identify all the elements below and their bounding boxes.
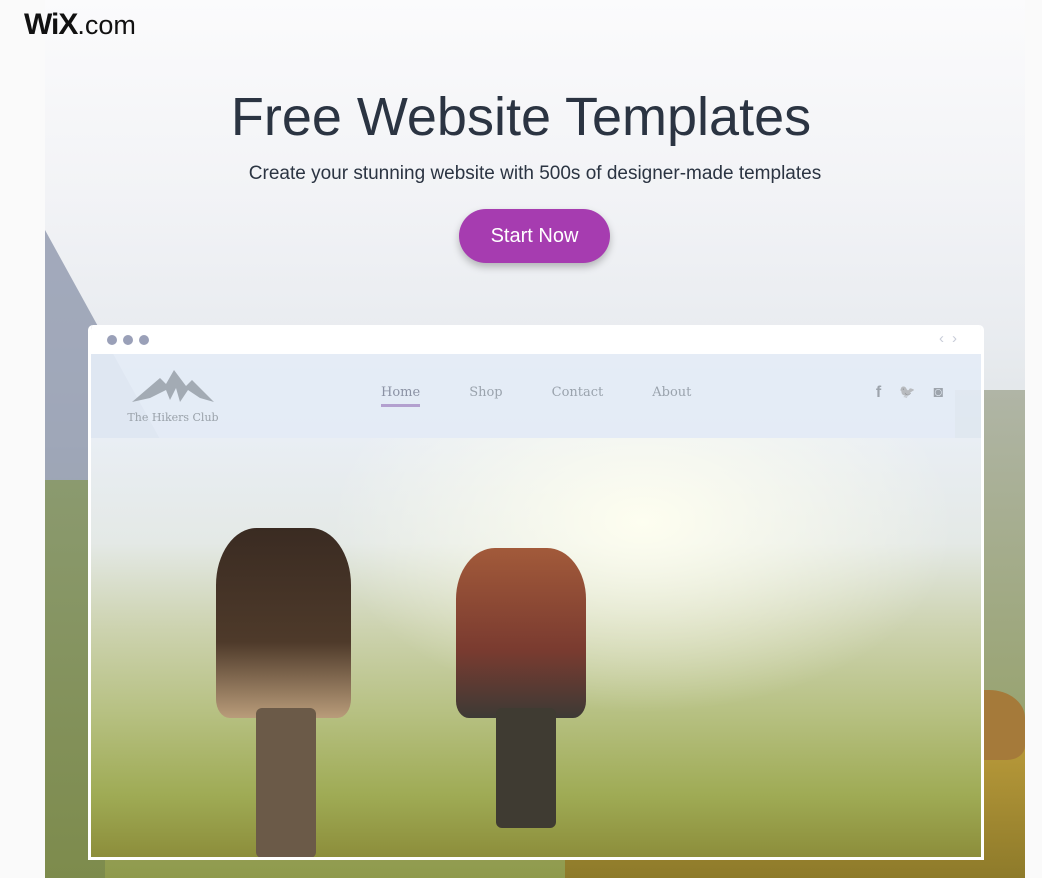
logo-suffix: .com bbox=[77, 10, 136, 40]
facebook-icon[interactable]: f bbox=[876, 384, 881, 402]
mountain-logo-icon bbox=[132, 370, 214, 402]
social-links: f 🐦 ◙ bbox=[876, 384, 943, 402]
hiker-right bbox=[456, 548, 586, 718]
prev-arrow-icon[interactable]: ‹ bbox=[939, 330, 952, 347]
page-subtitle: Create your stunning website with 500s o… bbox=[248, 163, 822, 184]
next-arrow-icon[interactable]: › bbox=[952, 330, 965, 347]
hiker-left bbox=[216, 528, 351, 718]
nav-home[interactable]: Home bbox=[381, 385, 421, 407]
twitter-icon[interactable]: 🐦 bbox=[899, 384, 915, 402]
window-dot-icon bbox=[123, 335, 133, 345]
window-dot-icon bbox=[139, 335, 149, 345]
template-preview-window: ‹› The Hikers Club Home Shop Contact Abo… bbox=[88, 325, 984, 860]
page-title: Free Website Templates bbox=[230, 87, 812, 147]
start-now-button[interactable]: Start Now bbox=[459, 209, 610, 263]
wix-logo[interactable]: WiX .com bbox=[24, 8, 136, 42]
nav-shop[interactable]: Shop bbox=[469, 385, 502, 407]
instagram-icon[interactable]: ◙ bbox=[933, 384, 943, 402]
nav-contact[interactable]: Contact bbox=[552, 385, 604, 407]
preview-site-header: The Hikers Club Home Shop Contact About … bbox=[91, 354, 981, 438]
hikers-photo bbox=[91, 438, 981, 857]
logo-main: WiX bbox=[24, 8, 78, 41]
site-name: The Hikers Club bbox=[127, 411, 219, 424]
hiker-left-legs bbox=[256, 708, 316, 857]
hiker-right-legs bbox=[496, 708, 556, 828]
browser-bar: ‹› bbox=[91, 325, 981, 354]
site-logo[interactable]: The Hikers Club bbox=[123, 368, 223, 424]
window-dot-icon bbox=[107, 335, 117, 345]
nav-about[interactable]: About bbox=[652, 385, 691, 407]
preview-nav: Home Shop Contact About bbox=[381, 385, 740, 407]
